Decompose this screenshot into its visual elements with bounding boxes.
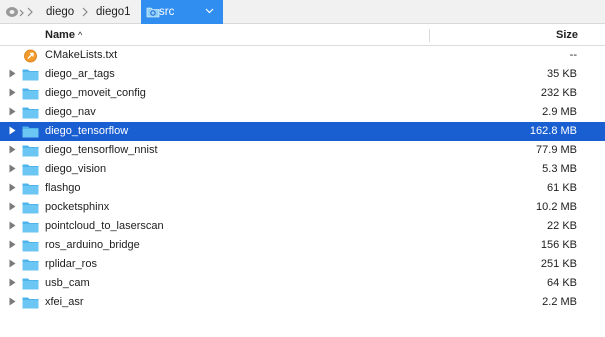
column-header-name-label: Name — [45, 29, 75, 41]
file-name: diego_tensorflow_nnist — [45, 144, 158, 156]
file-list: CMakeLists.txt -- diego_ar_tags 35 KB diego_… — [0, 46, 605, 312]
folder-icon — [22, 239, 39, 252]
folder-icon — [146, 6, 160, 21]
folder-icon — [22, 144, 39, 157]
file-row[interactable]: diego_tensorflow_nnist 77.9 MB — [0, 141, 605, 160]
file-size: 61 KB — [547, 182, 577, 194]
folder-icon — [22, 68, 39, 81]
file-row[interactable]: usb_cam 64 KB — [0, 274, 605, 293]
file-name: diego_tensorflow — [45, 125, 129, 137]
folder-icon — [22, 220, 39, 233]
disclosure-triangle-icon[interactable] — [9, 183, 16, 194]
breadcrumb-diego[interactable]: diego — [46, 0, 74, 24]
column-header: Name ^ Size — [0, 25, 605, 46]
file-size: 64 KB — [547, 277, 577, 289]
disclosure-triangle-icon[interactable] — [9, 126, 16, 137]
disclosure-triangle-icon[interactable] — [9, 259, 16, 270]
column-divider[interactable] — [429, 29, 430, 42]
chevron-down-icon[interactable] — [205, 7, 214, 17]
file-size: 2.2 MB — [542, 296, 577, 308]
file-name: xfei_asr — [45, 296, 84, 308]
file-name: CMakeLists.txt — [45, 49, 118, 61]
file-row[interactable]: xfei_asr 2.2 MB — [0, 293, 605, 312]
file-name: ros_arduino_bridge — [45, 239, 140, 251]
breadcrumb-label: diego1 — [96, 6, 131, 18]
folder-icon — [22, 125, 39, 138]
file-row[interactable]: pocketsphinx 10.2 MB — [0, 198, 605, 217]
file-name: flashgo — [45, 182, 81, 194]
text-file-alias-icon — [22, 49, 39, 63]
file-size: 35 KB — [547, 68, 577, 80]
disclosure-triangle-icon[interactable] — [9, 297, 16, 308]
file-name: diego_nav — [45, 106, 96, 118]
disclosure-triangle-icon[interactable] — [9, 202, 16, 213]
disclosure-triangle-icon[interactable] — [9, 240, 16, 251]
folder-icon — [22, 258, 39, 271]
folder-icon — [22, 296, 39, 309]
chevron-right-icon — [26, 0, 34, 24]
folder-icon — [22, 106, 39, 119]
file-size: 10.2 MB — [536, 201, 577, 213]
file-name: pocketsphinx — [45, 201, 110, 213]
folder-icon — [22, 277, 39, 290]
disk-icon[interactable] — [4, 0, 26, 24]
file-row[interactable]: ros_arduino_bridge 156 KB — [0, 236, 605, 255]
file-size: 251 KB — [540, 258, 577, 270]
file-size: 5.3 MB — [542, 163, 577, 175]
breadcrumb-src[interactable]: src — [141, 0, 223, 24]
sort-ascending-icon: ^ — [77, 30, 83, 40]
folder-icon — [22, 87, 39, 100]
file-size: 156 KB — [540, 239, 577, 251]
disclosure-triangle-icon[interactable] — [9, 221, 16, 232]
file-row[interactable]: diego_moveit_config 232 KB — [0, 84, 605, 103]
file-name: pointcloud_to_laserscan — [45, 220, 164, 232]
file-name: rplidar_ros — [45, 258, 97, 270]
file-row[interactable]: CMakeLists.txt -- — [0, 46, 605, 65]
column-header-size[interactable]: Size — [556, 29, 578, 41]
file-row[interactable]: pointcloud_to_laserscan 22 KB — [0, 217, 605, 236]
path-bar: diego diego1 src — [0, 0, 605, 24]
file-name: diego_ar_tags — [45, 68, 115, 80]
disclosure-triangle-icon[interactable] — [9, 88, 16, 99]
breadcrumb-label: diego — [46, 6, 75, 18]
column-header-size-label: Size — [556, 29, 579, 41]
disclosure-triangle-icon[interactable] — [9, 107, 16, 118]
folder-icon — [22, 163, 39, 176]
disclosure-triangle-icon[interactable] — [9, 145, 16, 156]
file-size: 162.8 MB — [529, 125, 577, 137]
file-size: -- — [569, 49, 577, 61]
chevron-right-icon — [81, 0, 89, 24]
breadcrumb-label: src — [159, 6, 175, 18]
file-size: 22 KB — [547, 220, 577, 232]
file-row[interactable]: diego_nav 2.9 MB — [0, 103, 605, 122]
file-name: usb_cam — [45, 277, 90, 289]
file-size: 77.9 MB — [536, 144, 577, 156]
column-header-name[interactable]: Name ^ — [45, 29, 82, 41]
disclosure-triangle-icon[interactable] — [9, 278, 16, 289]
breadcrumb-diego1[interactable]: diego1 — [96, 0, 131, 24]
file-name: diego_vision — [45, 163, 107, 175]
disclosure-triangle-icon[interactable] — [9, 69, 16, 80]
folder-icon — [22, 182, 39, 195]
disclosure-triangle-icon[interactable] — [9, 164, 16, 175]
file-size: 2.9 MB — [542, 106, 577, 118]
file-size: 232 KB — [540, 87, 577, 99]
file-row[interactable]: flashgo 61 KB — [0, 179, 605, 198]
file-row[interactable]: rplidar_ros 251 KB — [0, 255, 605, 274]
file-row[interactable]: diego_tensorflow 162.8 MB — [0, 122, 605, 141]
file-row[interactable]: diego_ar_tags 35 KB — [0, 65, 605, 84]
file-name: diego_moveit_config — [45, 87, 146, 99]
folder-icon — [22, 201, 39, 214]
file-row[interactable]: diego_vision 5.3 MB — [0, 160, 605, 179]
